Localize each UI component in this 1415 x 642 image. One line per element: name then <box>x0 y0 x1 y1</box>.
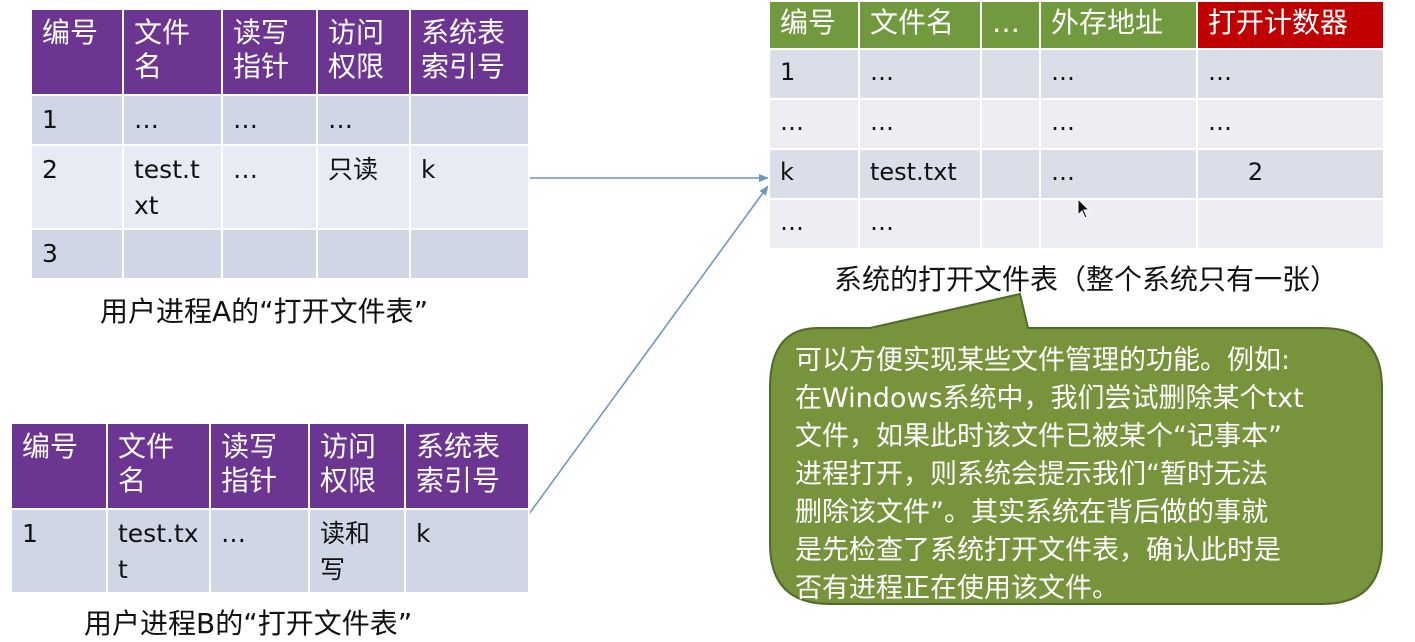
header-file-name: 文件名 <box>106 422 211 510</box>
table-header-row: 编号 文件名 读写 指针 访问 权限 系统表 索引号 <box>10 422 530 510</box>
header-rw-pointer: 读写 指针 <box>209 422 310 510</box>
cell-number: 2 <box>30 144 124 230</box>
table-header-row: 编号 文件名 读写 指针 访问 权限 系统表 索引号 <box>30 8 530 96</box>
cell-ellipsis <box>980 198 1041 250</box>
callout-line: 文件，如果此时该文件已被某个“记事本” <box>795 421 1282 452</box>
cell-system-index <box>409 228 530 280</box>
process-b-caption: 用户进程B的“打开文件表” <box>84 607 413 640</box>
cell-rw-pointer <box>221 228 318 280</box>
table-row: … … … … <box>768 98 1385 150</box>
system-table-caption: 系统的打开文件表（整个系统只有一张） <box>834 263 1339 296</box>
table-row: 1 … … … <box>30 94 530 146</box>
cell-number: 1 <box>10 508 108 594</box>
cell-system-index <box>409 94 530 146</box>
cell-file-name: … <box>858 98 982 150</box>
cell-open-counter <box>1196 198 1385 250</box>
process-a-caption: 用户进程A的“打开文件表” <box>100 295 429 328</box>
cell-number: 3 <box>30 228 124 280</box>
table-row: 1 test.tx t … 读和写 k <box>10 508 530 594</box>
cell-external-address: … <box>1039 148 1198 200</box>
cell-access: 只读 <box>316 144 411 230</box>
cell-number: … <box>768 98 860 150</box>
table-row: 1 … … … <box>768 48 1385 100</box>
cell-file-name: test.txt <box>858 148 982 200</box>
callout-line: 删除该文件”。其实系统在背后做的事就 <box>795 497 1268 528</box>
cell-file-name: … <box>858 48 982 100</box>
cell-number: 1 <box>30 94 124 146</box>
cell-ellipsis <box>980 48 1041 100</box>
cell-ellipsis <box>980 98 1041 150</box>
header-access: 访问 权限 <box>308 422 406 510</box>
cell-external-address: … <box>1039 48 1198 100</box>
callout-line: 否有进程正在使用该文件。 <box>795 573 1119 604</box>
callout-text: 可以方便实现某些文件管理的功能。例如: 在Windows系统中，我们尝试删除某个… <box>795 342 1375 608</box>
cell-system-index: k <box>404 508 530 594</box>
cell-number: 1 <box>768 48 860 100</box>
arrow-b-to-system <box>509 185 769 541</box>
cell-file-name: … <box>122 94 223 146</box>
process-a-open-file-table: 编号 文件名 读写 指针 访问 权限 系统表 索引号 1 … … … 2 test.t… <box>30 8 530 280</box>
header-rw-pointer: 读写 指针 <box>221 8 318 96</box>
cell-access: … <box>316 94 411 146</box>
cell-number: … <box>768 198 860 250</box>
cell-rw-pointer: … <box>221 94 318 146</box>
callout-line: 进程打开，则系统会提示我们“暂时无法 <box>795 459 1268 490</box>
header-access: 访问 权限 <box>316 8 411 96</box>
header-open-counter: 打开计数器 <box>1196 0 1385 50</box>
cell-file-name: … <box>858 198 982 250</box>
header-ellipsis: … <box>980 0 1041 50</box>
header-system-index: 系统表 索引号 <box>404 422 530 510</box>
callout-line: 在Windows系统中，我们尝试删除某个txt <box>795 383 1304 414</box>
cell-external-address: … <box>1039 98 1198 150</box>
cell-system-index: k <box>409 144 530 230</box>
cell-open-counter: … <box>1196 48 1385 100</box>
table-header-row: 编号 文件名 … 外存地址 打开计数器 <box>768 0 1385 50</box>
cell-number: k <box>768 148 860 200</box>
mouse-cursor-icon <box>1077 198 1091 219</box>
header-file-name: 文件名 <box>858 0 982 50</box>
table-row: 2 test.t xt … 只读 k <box>30 144 530 230</box>
cell-rw-pointer: … <box>221 144 318 230</box>
cell-file-name: test.txt <box>106 508 211 594</box>
header-number: 编号 <box>768 0 860 50</box>
table-row: k test.txt … 2 <box>768 148 1385 200</box>
header-file-name: 文件名 <box>122 8 223 96</box>
process-b-open-file-table: 编号 文件名 读写 指针 访问 权限 系统表 索引号 1 test.tx t … 读和写… <box>10 422 530 594</box>
cell-external-address <box>1039 198 1198 250</box>
cell-open-counter: … <box>1196 98 1385 150</box>
table-row: 3 <box>30 228 530 280</box>
cell-file-name <box>122 228 223 280</box>
cell-rw-pointer: … <box>209 508 310 594</box>
cell-access: 读和写 <box>308 508 406 594</box>
cell-ellipsis <box>980 148 1041 200</box>
header-number: 编号 <box>30 8 124 96</box>
header-external-address: 外存地址 <box>1039 0 1198 50</box>
header-number: 编号 <box>10 422 108 510</box>
callout-line: 是先检查了系统打开文件表，确认此时是 <box>795 535 1281 566</box>
header-system-index: 系统表 索引号 <box>409 8 530 96</box>
callout-line: 可以方便实现某些文件管理的功能。例如: <box>795 345 1291 376</box>
cell-open-counter: 2 <box>1196 148 1385 200</box>
cell-file-name: test.txt <box>122 144 223 230</box>
cell-access <box>316 228 411 280</box>
